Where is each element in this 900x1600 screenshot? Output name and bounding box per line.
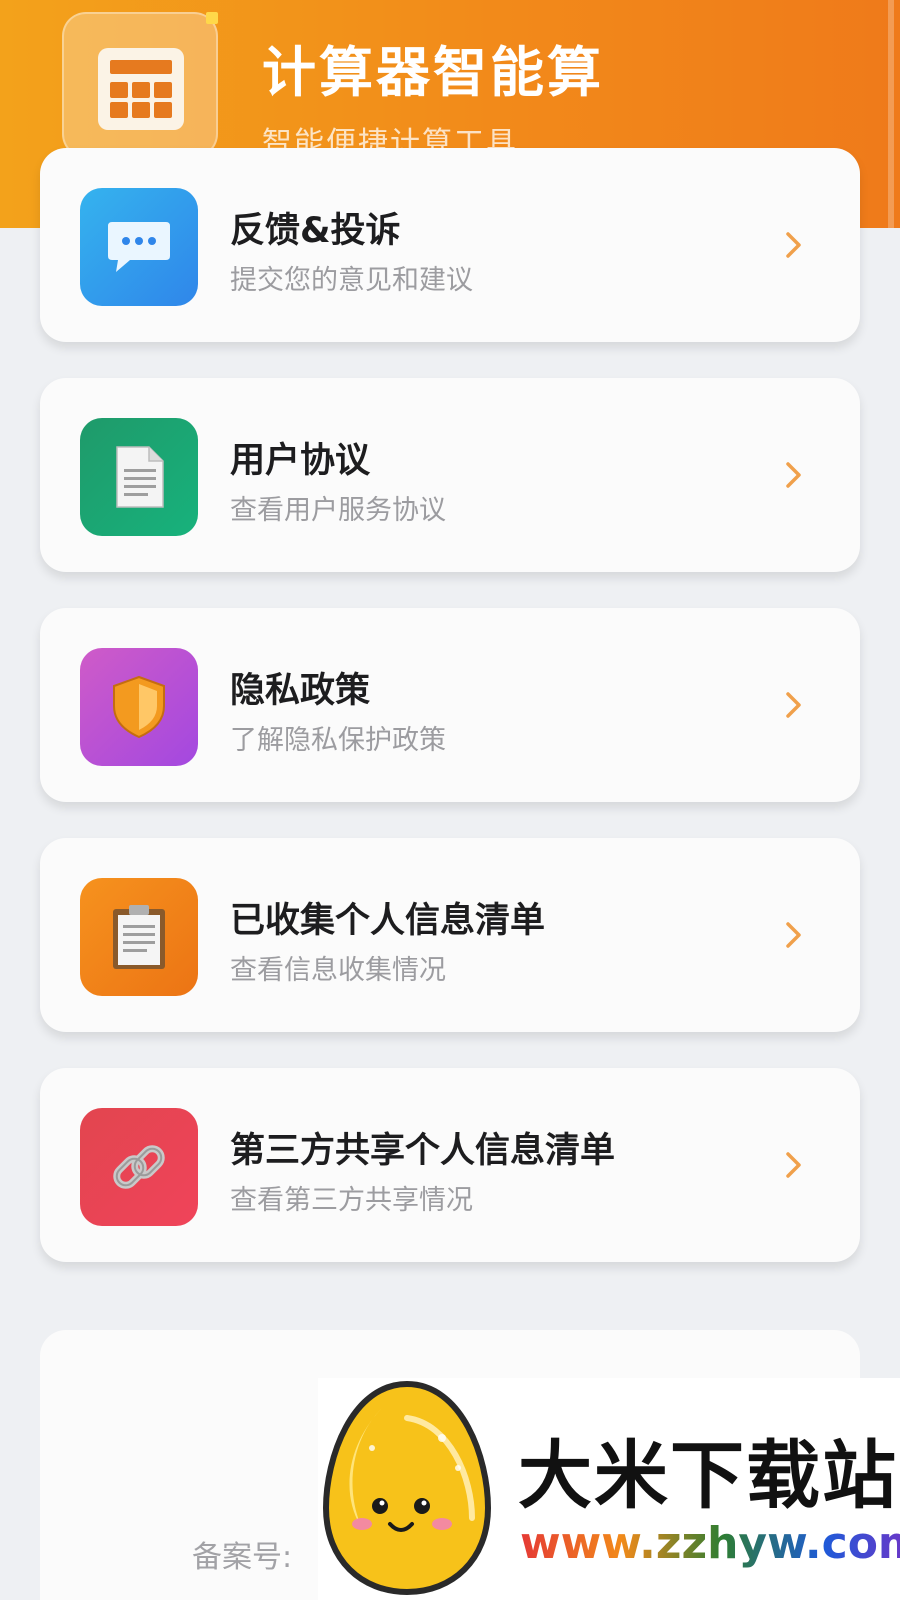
clipboard-icon: [80, 878, 198, 996]
menu-item-title: 反馈&投诉: [230, 211, 401, 251]
chevron-right-icon: [786, 232, 801, 258]
menu-item-title: 第三方共享个人信息清单: [230, 1131, 616, 1171]
calculator-icon: [98, 48, 184, 130]
menu-item-title: 隐私政策: [230, 671, 371, 711]
menu-item-description: 查看第三方共享情况: [230, 1185, 473, 1216]
menu-item-description: 了解隐私保护政策: [230, 725, 446, 756]
document-icon: [80, 418, 198, 536]
app-logo: [62, 12, 218, 158]
watermark-site-url: www.zzhyw.com: [520, 1518, 900, 1569]
menu-item-collected-info-list[interactable]: 已收集个人信息清单 查看信息收集情况: [40, 838, 860, 1032]
menu-item-user-agreement[interactable]: 用户协议 查看用户服务协议: [40, 378, 860, 572]
scrollbar[interactable]: [888, 0, 894, 228]
shield-icon: [80, 648, 198, 766]
record-number-label: 备案号:: [192, 1540, 293, 1575]
menu-item-title: 已收集个人信息清单: [230, 901, 546, 941]
menu-item-description: 提交您的意见和建议: [230, 265, 473, 296]
link-icon: [80, 1108, 198, 1226]
app-title: 计算器智能算: [262, 41, 604, 104]
menu-item-description: 查看用户服务协议: [230, 495, 446, 526]
chevron-right-icon: [786, 692, 801, 718]
menu-item-title: 用户协议: [230, 441, 371, 481]
menu-item-privacy-policy[interactable]: 隐私政策 了解隐私保护政策: [40, 608, 860, 802]
menu-item-feedback[interactable]: 反馈&投诉 提交您的意见和建议: [40, 148, 860, 342]
mascot-egg-icon: [322, 1380, 492, 1596]
chat-bubble-icon: [80, 188, 198, 306]
chevron-right-icon: [786, 462, 801, 488]
menu-item-description: 查看信息收集情况: [230, 955, 446, 986]
watermark-site-name: 大米下载站: [518, 1433, 898, 1519]
chevron-right-icon: [786, 922, 801, 948]
badge-dot: [206, 12, 218, 24]
chevron-right-icon: [786, 1152, 801, 1178]
watermark: 大米下载站 www.zzhyw.com: [318, 1378, 900, 1600]
menu-item-third-party-sharing-list[interactable]: 第三方共享个人信息清单 查看第三方共享情况: [40, 1068, 860, 1262]
